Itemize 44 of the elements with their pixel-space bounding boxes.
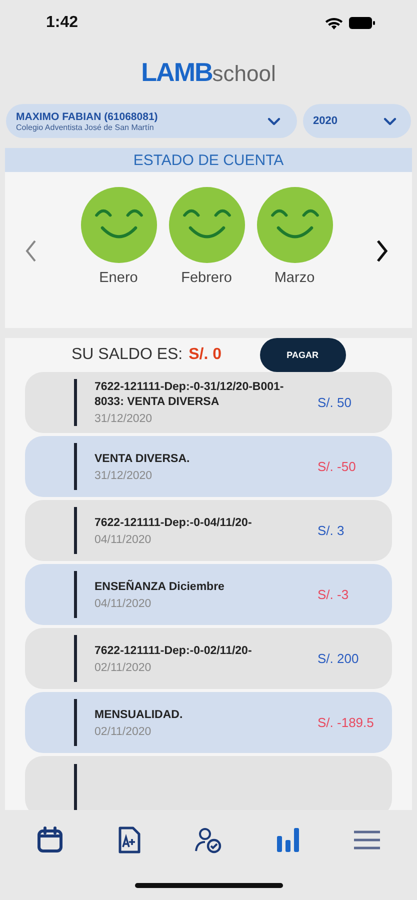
battery-icon [349, 17, 375, 29]
logo-brand: LAMB [141, 56, 212, 88]
smiley-face-icon [168, 186, 246, 264]
transaction-date: 02/11/2020 [94, 726, 152, 738]
transaction-description: 7622-121111-Dep:-0-02/11/20- [94, 644, 253, 658]
person-check-icon[interactable] [194, 826, 222, 854]
transaction-date: 31/12/2020 [94, 470, 154, 482]
year-dropdown[interactable]: 2020 [303, 104, 411, 138]
transaction-date: 04/11/2020 [94, 534, 152, 546]
calendar-icon[interactable] [36, 826, 64, 854]
section-title: ESTADO DE CUENTA [5, 148, 412, 172]
balance-label: SU SALDO ES: [71, 346, 183, 364]
transaction-description: ENSEÑANZA Diciembre [94, 580, 226, 594]
smiley-face-icon [80, 186, 158, 264]
transaction-amount: S/. 200 [318, 651, 359, 666]
month-label: Febrero [181, 270, 232, 286]
pay-button[interactable]: PAGAR [260, 338, 346, 372]
transaction-date: 02/11/2020 [94, 662, 152, 674]
transaction-amount: S/. 50 [318, 395, 352, 410]
chevron-down-icon [383, 116, 397, 126]
balance-amount: S/. 0 [188, 346, 222, 364]
transaction-amount: S/. -189.5 [318, 715, 374, 730]
transaction-amount: S/. 3 [318, 523, 344, 538]
chevron-down-icon [267, 116, 281, 126]
school-name: Colegio Adventista José de San Martín [16, 122, 155, 132]
month-label: Marzo [274, 270, 315, 286]
month-label: Enero [99, 270, 138, 286]
smiley-face-icon [256, 186, 334, 264]
year-value: 2020 [313, 115, 338, 127]
transaction-description: 7622-121111-Dep:-0-31/12/20-B001-8033: VENTA DIVERSA [94, 380, 285, 410]
transaction-date: 04/11/2020 [94, 598, 152, 610]
status-time: 1:42 [46, 14, 78, 32]
student-name: MAXIMO FABIAN (61068081) [16, 110, 158, 122]
transaction-description: MENSUALIDAD. [94, 708, 184, 722]
chevron-left-icon[interactable] [25, 239, 37, 263]
transaction-amount: S/. -3 [318, 587, 349, 602]
logo-suffix: school [212, 60, 276, 86]
transaction-description: VENTA DIVERSA. [94, 452, 191, 466]
transaction-date: 31/12/2020 [94, 413, 154, 425]
transaction-description: 7622-121111-Dep:-0-04/11/20- [94, 516, 253, 530]
transaction-amount: S/. -50 [318, 459, 356, 474]
wifi-icon [325, 16, 343, 30]
chevron-right-icon[interactable] [376, 239, 388, 263]
student-dropdown[interactable]: MAXIMO FABIAN (61068081) Colegio Adventista José de San Martín [6, 104, 297, 138]
